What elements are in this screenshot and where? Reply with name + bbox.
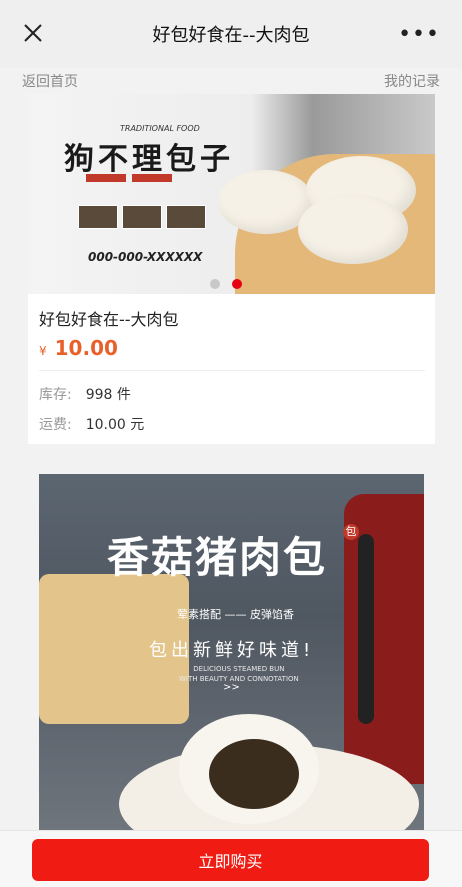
sub-navigation: 返回首页 我的记录: [0, 68, 462, 94]
divider: [39, 370, 425, 371]
banner-red-tag: [132, 174, 172, 182]
poster-en-text: DELICIOUS STEAMED BUN WITH BEAUTY AND CO…: [179, 664, 299, 684]
banner-en-subtitle: TRADITIONAL FOOD: [120, 124, 200, 133]
poster-slogan: 荤素搭配 —— 皮弹馅香: [177, 608, 294, 621]
poster-en-line-1: DELICIOUS STEAMED BUN: [193, 665, 285, 673]
banner-thumbnail: [166, 205, 206, 229]
home-link[interactable]: 返回首页: [22, 71, 78, 91]
kettle-handle: [358, 534, 374, 724]
product-price: ¥10.00: [39, 336, 118, 360]
shipping-label: 运费:: [39, 417, 72, 433]
currency-symbol: ¥: [39, 343, 47, 358]
banner-thumbnail: [122, 205, 162, 229]
poster-arrow: >>: [223, 682, 240, 693]
banner-bun-image: [298, 194, 408, 264]
close-icon[interactable]: [22, 22, 44, 44]
stock-label: 库存:: [39, 387, 72, 403]
stock-value: 998 件: [85, 387, 131, 403]
product-detail-poster: 香菇猪肉包 包 荤素搭配 —— 皮弹馅香 包出新鲜好味道! DELICIOUS …: [39, 474, 424, 830]
banner-red-tag: [86, 174, 126, 182]
poster-tag: 包: [343, 524, 359, 540]
banner-thumbnail: [78, 205, 118, 229]
my-records-link[interactable]: 我的记录: [384, 71, 440, 91]
carousel-dot-2[interactable]: [232, 279, 242, 289]
poster-headline: 包出新鲜好味道!: [149, 640, 315, 661]
shipping-row: 运费: 10.00 元: [39, 414, 144, 434]
banner-carousel[interactable]: TRADITIONAL FOOD 狗不理包子 000-000-XXXXXX: [28, 94, 435, 294]
more-icon[interactable]: •••: [398, 24, 440, 46]
page-title: 好包好食在--大肉包: [152, 25, 310, 46]
banner-title: 狗不理包子: [64, 142, 234, 177]
footer-bar: 立即购买: [0, 830, 462, 887]
product-card: TRADITIONAL FOOD 狗不理包子 000-000-XXXXXX 好包…: [28, 94, 435, 444]
banner-phone: 000-000-XXXXXX: [88, 250, 203, 264]
title-bar: 好包好食在--大肉包 •••: [0, 0, 462, 68]
buy-now-button[interactable]: 立即购买: [32, 839, 429, 881]
price-value: 10.00: [54, 336, 118, 360]
poster-title: 香菇猪肉包: [107, 533, 328, 582]
stock-row: 库存: 998 件: [39, 384, 131, 404]
product-name: 好包好食在--大肉包: [39, 310, 179, 329]
carousel-dot-1[interactable]: [210, 279, 220, 289]
shipping-value: 10.00 元: [85, 417, 145, 433]
poster-filling-image: [209, 739, 299, 809]
